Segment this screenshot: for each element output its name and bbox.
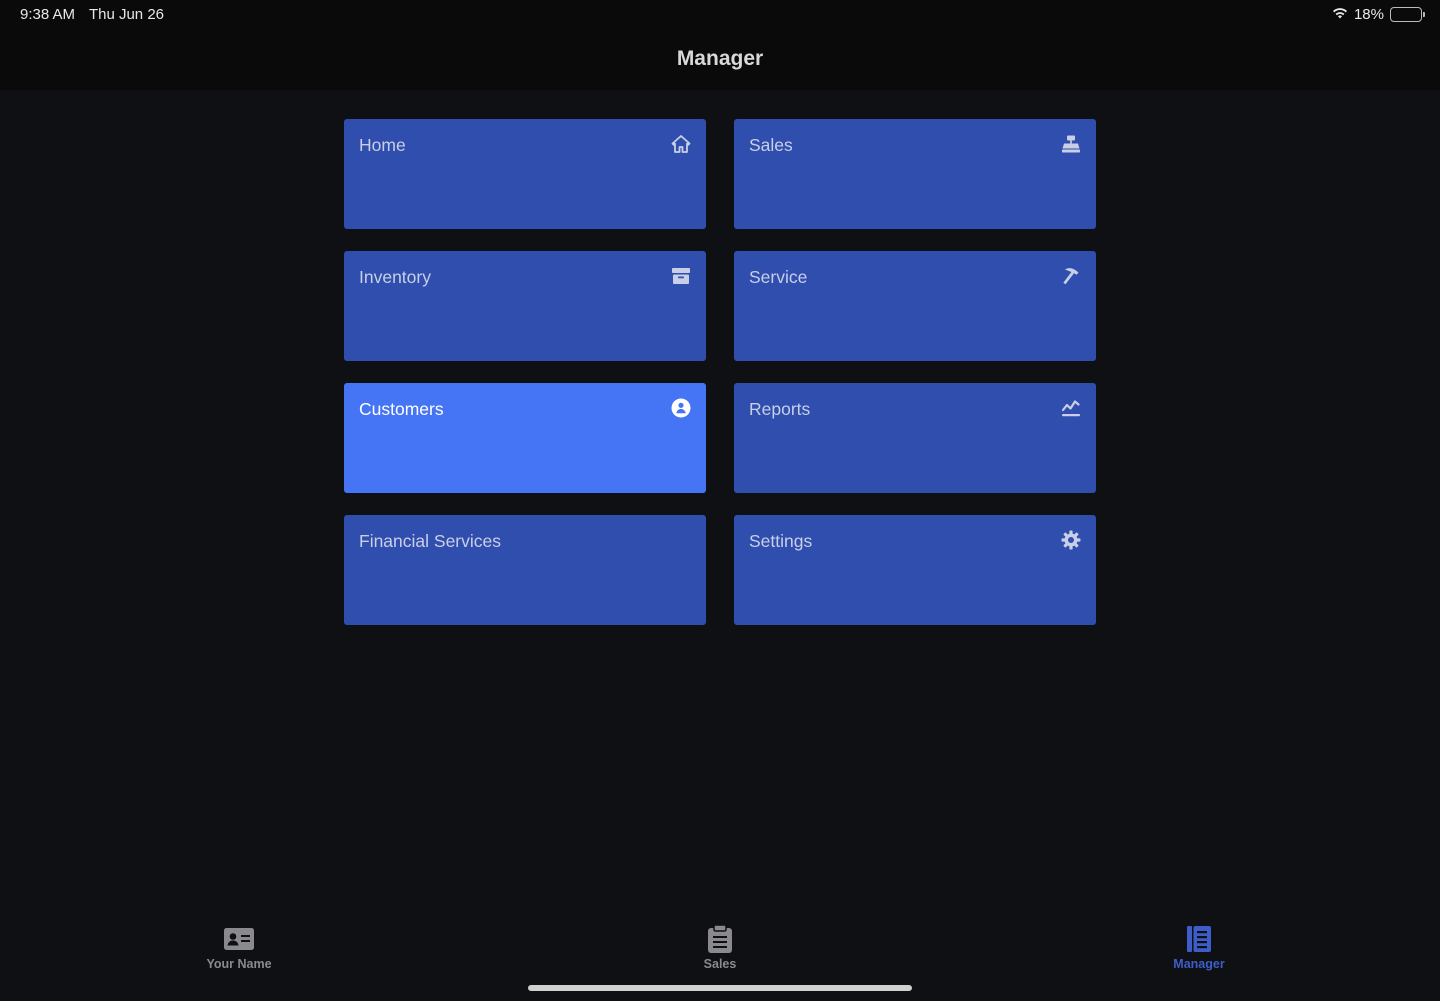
- tab-label: Sales: [703, 957, 737, 971]
- tab-manager[interactable]: Manager: [1139, 924, 1259, 971]
- archive-box-icon: [670, 265, 692, 287]
- page-title: Manager: [676, 47, 764, 70]
- battery-icon: [1390, 7, 1425, 22]
- tile-label: Customers: [359, 399, 444, 419]
- register-icon: [1060, 133, 1082, 155]
- chart-line-icon: [1060, 397, 1082, 419]
- tile-label: Inventory: [359, 267, 431, 287]
- clipboard-icon: [660, 924, 780, 954]
- tab-sales[interactable]: Sales: [660, 924, 780, 971]
- contact-card-icon: [179, 924, 299, 954]
- wifi-icon: [1332, 6, 1348, 23]
- tile-label: Service: [749, 267, 808, 287]
- tile-service[interactable]: Service: [734, 251, 1096, 361]
- tab-label: Manager: [1173, 957, 1225, 971]
- battery-percent: 18%: [1353, 6, 1384, 23]
- tab-label: Your Name: [206, 957, 272, 971]
- tile-financial-services[interactable]: Financial Services: [344, 515, 706, 625]
- tile-sales[interactable]: Sales: [734, 119, 1096, 229]
- tile-label: Home: [359, 135, 406, 155]
- hammer-icon: [1060, 265, 1082, 287]
- tile-customers[interactable]: Customers: [334, 375, 716, 513]
- status-bar: 9:38 AM Thu Jun 26 18%: [0, 0, 1440, 30]
- tab-your-name[interactable]: Your Name: [179, 924, 299, 971]
- tile-settings[interactable]: Settings: [734, 515, 1096, 625]
- tile-reports[interactable]: Reports: [734, 383, 1096, 493]
- gear-icon: [1060, 529, 1082, 551]
- ledger-book-icon: [1139, 924, 1259, 954]
- status-time: 9:38 AM: [20, 6, 76, 23]
- person-circle-icon: [670, 397, 692, 419]
- manager-menu-grid: Home Sales Inventory Service Customers R…: [334, 119, 1096, 625]
- tile-home[interactable]: Home: [344, 119, 706, 229]
- status-right: 18%: [1332, 6, 1425, 23]
- tile-label: Sales: [749, 135, 793, 155]
- tile-inventory[interactable]: Inventory: [344, 251, 706, 361]
- house-icon: [670, 133, 692, 155]
- tile-label: Financial Services: [359, 531, 501, 551]
- tile-label: Reports: [749, 399, 811, 419]
- status-date: Thu Jun 26: [88, 6, 165, 23]
- navigation-bar: Manager: [0, 30, 1440, 90]
- status-left: 9:38 AM Thu Jun 26: [20, 6, 174, 23]
- home-indicator: [528, 985, 912, 991]
- tile-label: Settings: [749, 531, 813, 551]
